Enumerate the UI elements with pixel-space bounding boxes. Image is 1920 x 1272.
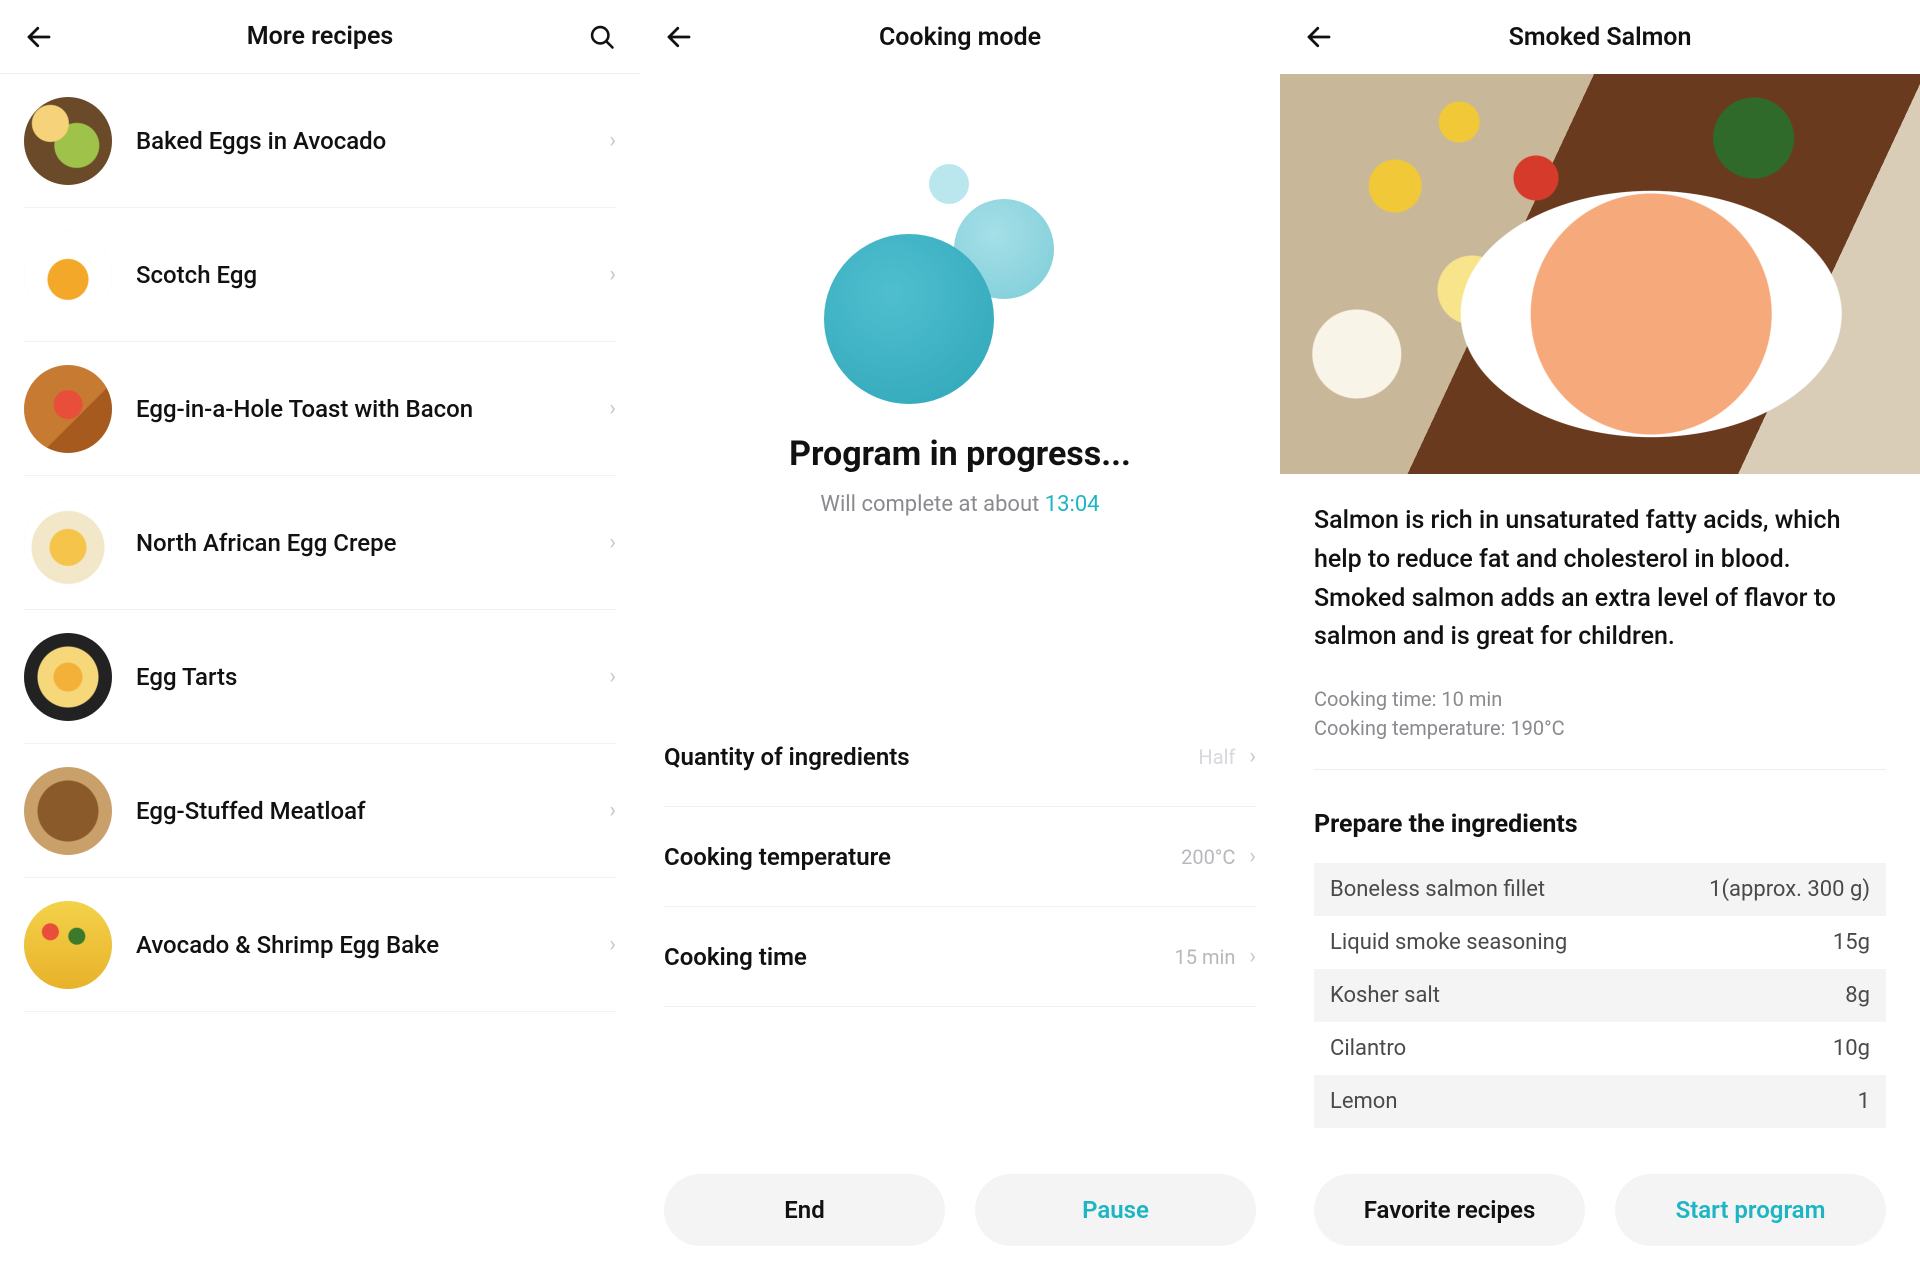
back-icon[interactable]: [664, 22, 694, 52]
recipe-row[interactable]: North African Egg Crepe ›: [24, 476, 616, 610]
ingredient-amount: 10g: [1833, 1036, 1870, 1061]
setting-quantity[interactable]: Quantity of ingredients Half ›: [664, 707, 1256, 807]
chevron-right-icon: ›: [609, 398, 616, 420]
ingredient-name: Boneless salmon fillet: [1330, 877, 1709, 902]
cooking-temp-label: Cooking temperature:: [1314, 716, 1510, 740]
progress-animation: [664, 144, 1256, 424]
setting-value: 200°C: [1181, 845, 1235, 869]
start-program-button[interactable]: Start program: [1615, 1174, 1886, 1246]
ingredient-amount: 1: [1858, 1089, 1870, 1114]
button-row: Favorite recipes Start program: [1280, 1174, 1920, 1246]
setting-label: Cooking time: [664, 943, 1175, 971]
recipe-name: Egg-in-a-Hole Toast with Bacon: [136, 395, 609, 423]
recipe-row[interactable]: Scotch Egg ›: [24, 208, 616, 342]
cooking-time-label: Cooking time:: [1314, 687, 1441, 711]
progress-subtext: Will complete at about 13:04: [664, 492, 1256, 517]
recipe-description: Salmon is rich in unsaturated fatty acid…: [1314, 502, 1886, 657]
complete-prefix: Will complete at about: [820, 492, 1044, 517]
settings-list: Quantity of ingredients Half › Cooking t…: [664, 707, 1256, 1007]
recipe-thumb: [24, 767, 112, 855]
recipe-name: Scotch Egg: [136, 261, 609, 289]
recipe-thumb: [24, 365, 112, 453]
end-button[interactable]: End: [664, 1174, 945, 1246]
recipe-list: Baked Eggs in Avocado › Scotch Egg › Egg…: [0, 74, 640, 1012]
chevron-right-icon: ›: [609, 800, 616, 822]
chevron-right-icon: ›: [609, 130, 616, 152]
page-title: More recipes: [247, 22, 394, 51]
panel-cooking-mode: Cooking mode Program in progress... Will…: [640, 0, 1280, 1272]
chevron-right-icon: ›: [609, 532, 616, 554]
recipe-row[interactable]: Baked Eggs in Avocado ›: [24, 74, 616, 208]
ingredient-row: Cilantro 10g: [1314, 1022, 1886, 1075]
progress-heading: Program in progress...: [664, 434, 1256, 474]
ingredient-name: Lemon: [1330, 1089, 1858, 1114]
recipe-name: Egg-Stuffed Meatloaf: [136, 797, 609, 825]
recipe-thumb: [24, 97, 112, 185]
favorite-recipes-button[interactable]: Favorite recipes: [1314, 1174, 1585, 1246]
recipe-row[interactable]: Egg-in-a-Hole Toast with Bacon ›: [24, 342, 616, 476]
setting-temperature[interactable]: Cooking temperature 200°C ›: [664, 807, 1256, 907]
recipe-meta: Cooking time: 10 min Cooking temperature…: [1314, 685, 1886, 770]
ingredient-row: Liquid smoke seasoning 15g: [1314, 916, 1886, 969]
ingredient-name: Liquid smoke seasoning: [1330, 930, 1833, 955]
chevron-right-icon: ›: [1249, 846, 1256, 868]
recipe-hero-image: [1280, 74, 1920, 474]
ingredient-row: Kosher salt 8g: [1314, 969, 1886, 1022]
back-icon[interactable]: [1304, 22, 1334, 52]
ingredient-name: Cilantro: [1330, 1036, 1833, 1061]
setting-value: Half: [1198, 745, 1235, 769]
complete-time: 13:04: [1045, 492, 1100, 517]
topbar: Cooking mode: [640, 0, 1280, 74]
panel-recipe-detail: Smoked Salmon Salmon is rich in unsatura…: [1280, 0, 1920, 1272]
setting-time[interactable]: Cooking time 15 min ›: [664, 907, 1256, 1007]
cooking-time-value: 10 min: [1441, 687, 1502, 711]
panel-more-recipes: More recipes Baked Eggs in Avocado › Sco…: [0, 0, 640, 1272]
chevron-right-icon: ›: [1249, 946, 1256, 968]
topbar: Smoked Salmon: [1280, 0, 1920, 74]
chevron-right-icon: ›: [609, 934, 616, 956]
chevron-right-icon: ›: [609, 666, 616, 688]
search-icon[interactable]: [588, 23, 616, 51]
chevron-right-icon: ›: [1249, 746, 1256, 768]
recipe-row[interactable]: Egg Tarts ›: [24, 610, 616, 744]
recipe-row[interactable]: Avocado & Shrimp Egg Bake ›: [24, 878, 616, 1012]
cooking-temp-value: 190°C: [1510, 716, 1564, 740]
recipe-name: Baked Eggs in Avocado: [136, 127, 609, 155]
recipe-name: North African Egg Crepe: [136, 529, 609, 557]
section-title: Prepare the ingredients: [1314, 810, 1886, 839]
ingredient-name: Kosher salt: [1330, 983, 1845, 1008]
setting-label: Cooking temperature: [664, 843, 1181, 871]
ingredient-amount: 15g: [1833, 930, 1870, 955]
ingredient-amount: 8g: [1845, 983, 1870, 1008]
ingredient-row: Lemon 1: [1314, 1075, 1886, 1128]
recipe-row[interactable]: Egg-Stuffed Meatloaf ›: [24, 744, 616, 878]
ingredient-row: Boneless salmon fillet 1(approx. 300 g): [1314, 863, 1886, 916]
chevron-right-icon: ›: [609, 264, 616, 286]
recipe-name: Egg Tarts: [136, 663, 609, 691]
recipe-thumb: [24, 633, 112, 721]
ingredients-table: Boneless salmon fillet 1(approx. 300 g) …: [1314, 863, 1886, 1128]
button-row: End Pause: [640, 1174, 1280, 1246]
ingredient-amount: 1(approx. 300 g): [1709, 877, 1870, 902]
page-title: Smoked Salmon: [1509, 23, 1692, 52]
recipe-name: Avocado & Shrimp Egg Bake: [136, 931, 609, 959]
setting-label: Quantity of ingredients: [664, 743, 1198, 771]
topbar: More recipes: [0, 0, 640, 74]
page-title: Cooking mode: [879, 23, 1041, 52]
pause-button[interactable]: Pause: [975, 1174, 1256, 1246]
back-icon[interactable]: [24, 22, 54, 52]
recipe-thumb: [24, 901, 112, 989]
recipe-thumb: [24, 231, 112, 319]
setting-value: 15 min: [1175, 945, 1236, 969]
recipe-thumb: [24, 499, 112, 587]
